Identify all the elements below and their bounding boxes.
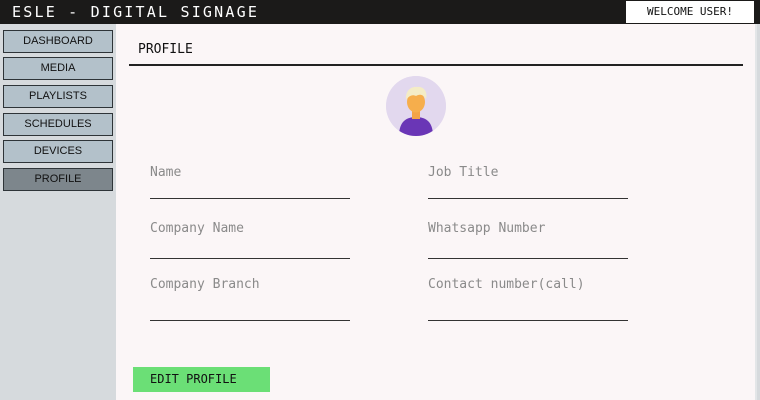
sidebar: DASHBOARD MEDIA PLAYLISTS SCHEDULES DEVI… — [0, 24, 116, 400]
contact-number-label: Contact number(call) — [428, 277, 585, 292]
content-right-border — [755, 24, 757, 400]
edit-profile-button[interactable]: EDIT PROFILE — [133, 367, 270, 392]
sidebar-item-dashboard[interactable]: DASHBOARD — [3, 30, 113, 53]
whatsapp-number-label: Whatsapp Number — [428, 221, 546, 236]
profile-panel: PROFILE Name Job Title Company Name What… — [116, 24, 756, 400]
title-divider — [129, 64, 743, 66]
user-avatar-icon[interactable] — [386, 76, 446, 136]
company-branch-field[interactable] — [150, 320, 350, 321]
sidebar-item-devices[interactable]: DEVICES — [3, 140, 113, 163]
app-title: ESLE - DIGITAL SIGNAGE — [12, 3, 260, 21]
name-label: Name — [150, 165, 182, 180]
contact-number-field[interactable] — [428, 320, 628, 321]
company-name-field[interactable] — [150, 258, 350, 259]
name-field[interactable] — [150, 198, 350, 199]
job-title-label: Job Title — [428, 165, 499, 180]
welcome-user-badge[interactable]: WELCOME USER! — [625, 0, 755, 24]
company-branch-label: Company Branch — [150, 277, 260, 292]
sidebar-item-playlists[interactable]: PLAYLISTS — [3, 85, 113, 108]
sidebar-item-profile[interactable]: PROFILE — [3, 168, 113, 191]
company-name-label: Company Name — [150, 221, 244, 236]
page-title: PROFILE — [138, 42, 193, 57]
top-bar: ESLE - DIGITAL SIGNAGE WELCOME USER! — [0, 0, 760, 24]
sidebar-item-media[interactable]: MEDIA — [3, 57, 113, 80]
job-title-field[interactable] — [428, 198, 628, 199]
sidebar-item-schedules[interactable]: SCHEDULES — [3, 113, 113, 136]
whatsapp-number-field[interactable] — [428, 258, 628, 259]
